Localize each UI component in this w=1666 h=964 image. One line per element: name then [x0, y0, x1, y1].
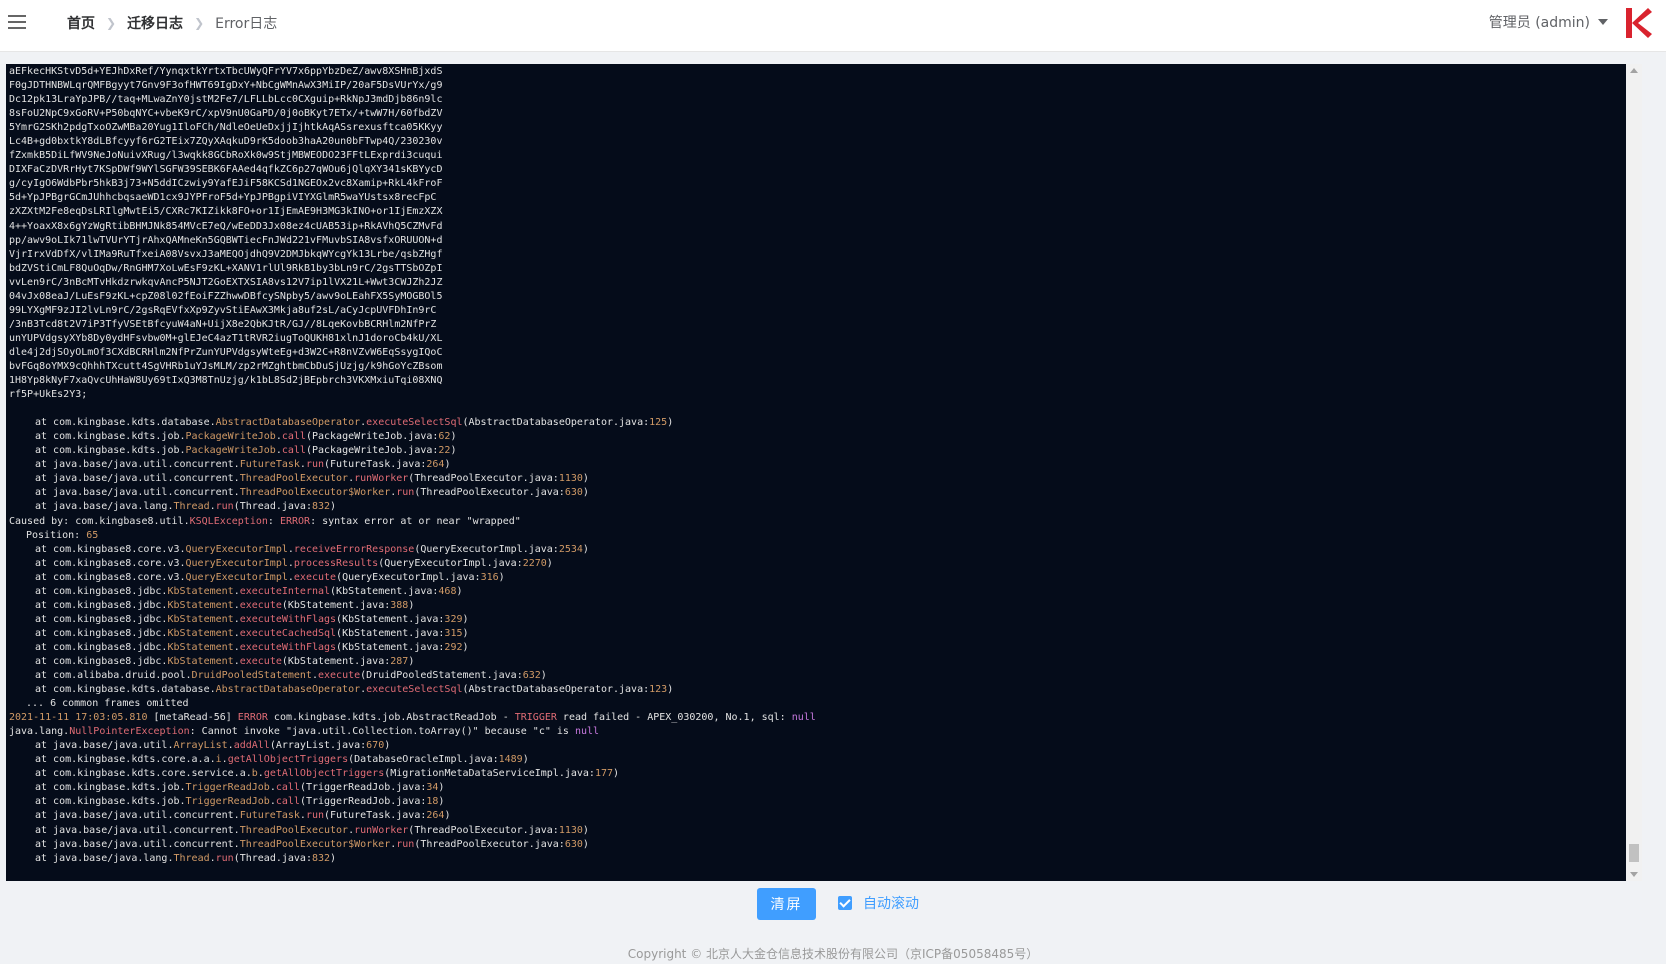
- omitted-line: ... 6 common frames omitted: [26, 698, 189, 710]
- stack-frame: at java.base/java.util.concurrent.Thread…: [35, 838, 589, 850]
- top-header: 首页 ❯ 迁移日志 ❯ Error日志 管理员 (admin): [0, 0, 1666, 52]
- log-line: rf5P+UkEs2Y3;: [9, 389, 88, 401]
- hamburger-menu-icon[interactable]: [8, 14, 26, 30]
- log-line: /3nB3Tcd8t2V7iP3TfyVSEtBfcyuW4aN+UijX8e2…: [9, 318, 437, 330]
- auto-scroll-label[interactable]: 自动滚动: [863, 893, 919, 913]
- stack-frame: at com.kingbase8.jdbc.KbStatement.execut…: [35, 655, 415, 667]
- stack-frame: at java.base/java.util.concurrent.Thread…: [35, 824, 589, 836]
- chevron-right-icon: ❯: [194, 16, 205, 30]
- stack-frame: at com.kingbase8.jdbc.KbStatement.execut…: [35, 641, 469, 653]
- breadcrumb: 首页 ❯ 迁移日志 ❯ Error日志: [67, 13, 277, 33]
- log-line: Lc4B+gd0bxtkY8dLBfcyyf6rG2TEix7ZQyXAqkuD…: [9, 136, 443, 148]
- npe-line: java.lang.NullPointerException: Cannot i…: [9, 726, 600, 738]
- stack-frame: at com.kingbase.kdts.database.AbstractDa…: [35, 684, 674, 696]
- user-label[interactable]: 管理员 (admin): [1489, 12, 1590, 32]
- log-line: bdZVStiCmLF8QuOqDw/RnGHM7XoLwEsF9zKL+XAN…: [9, 262, 443, 274]
- auto-scroll-toggle[interactable]: 自动滚动: [838, 893, 919, 913]
- kingbase-logo: [1626, 8, 1652, 38]
- stack-frame: at com.kingbase8.jdbc.KbStatement.execut…: [35, 599, 415, 611]
- log-line: DIXFaCzDVRrHyt7KSpDWf9WYlSGFW39SEBK6FAAe…: [9, 164, 443, 176]
- log-line: aEFkecHKStvD5d+YEJhDxRef/YynqxtkYrtxTbcU…: [9, 66, 443, 77]
- log-line: 8sFoU2NpC9xGoRV+P50bqNYC+vbeK9rC/xpV9nU0…: [9, 108, 443, 120]
- log-line: g/cyIgO6WdbPbr5hkB3j73+N5ddICzwiy9YafEJi…: [9, 178, 443, 190]
- stack-frame: at com.kingbase8.core.v3.QueryExecutorIm…: [35, 557, 553, 569]
- stack-frame: at com.kingbase.kdts.job.TriggerReadJob.…: [35, 796, 445, 808]
- stack-frame: at com.kingbase8.jdbc.KbStatement.execut…: [35, 613, 469, 625]
- log-line: 5YmrG2SKh2pdgTxoOZwMBa20Yug1IloFCh/NdleO…: [9, 122, 443, 134]
- log-blank-line: [9, 402, 1622, 416]
- stack-frame: at java.base/java.util.concurrent.Thread…: [35, 473, 589, 485]
- breadcrumb-migration-log[interactable]: 迁移日志: [127, 13, 183, 33]
- log-line: bvFGq8oYMX9cQhhhTXcutt4SgVHRb1uYJsMLM/zp…: [9, 360, 443, 372]
- log-line: Dc12pk13LraYpJPB//taq+MLwaZnY0jstM2Fe7/L…: [9, 94, 443, 106]
- breadcrumb-home[interactable]: 首页: [67, 13, 95, 33]
- log-line: VjrIrxVdDfX/vlIMa9RuTfxeiA08VsvxJ3aMEQOj…: [9, 248, 443, 260]
- stack-frame: at com.kingbase8.jdbc.KbStatement.execut…: [35, 627, 469, 639]
- stack-frame: at java.base/java.util.concurrent.Thread…: [35, 487, 589, 499]
- clear-screen-button[interactable]: 清屏: [757, 888, 816, 920]
- stack-frame: at com.kingbase.kdts.job.PackageWriteJob…: [35, 445, 457, 457]
- log-line: 04vJx08eaJ/LuEsF9zKL+cpZ08l02fEoiFZZhwwD…: [9, 290, 443, 302]
- vertical-scrollbar[interactable]: [1626, 64, 1642, 881]
- log-line: dle4j2djSOyOLmOf3CXdBCRHlm2NfPrZunYUPVdg…: [9, 346, 443, 358]
- log-line: unYUPVdgsyXYb8Dy0ydHFsvbw0M+glEJeC4azT1t…: [9, 332, 443, 344]
- log-line: zXZXtM2Fe8eqDsLRIlgMwtEi5/CXRc7KIZikk8FO…: [9, 206, 443, 218]
- log-line: vvLen9rC/3nBcMTvHkdzrwkqvAncP5NJT2GoEXTX…: [9, 276, 443, 288]
- scrollbar-thumb[interactable]: [1629, 844, 1639, 862]
- chevron-right-icon: ❯: [106, 16, 117, 30]
- log-line: F0gJDTHNBWLqrQMFBgyyt7Gnv9F3ofHWT69IgDxY…: [9, 80, 443, 92]
- stack-frame: at com.kingbase.kdts.database.AbstractDa…: [35, 417, 674, 429]
- stack-frame: at com.kingbase8.core.v3.QueryExecutorIm…: [35, 543, 589, 555]
- log-line: 99LYXgMF9zJI2lvLn9rC/2gsRqEVfxXp9ZyvStiE…: [9, 304, 437, 316]
- stack-frame: at com.alibaba.druid.pool.DruidPooledSta…: [35, 670, 547, 682]
- caused-by-line: Caused by: com.kingbase8.util.KSQLExcept…: [9, 515, 521, 527]
- stack-frame: at com.kingbase.kdts.job.PackageWriteJob…: [35, 431, 457, 443]
- stack-frame: at com.kingbase.kdts.core.service.a.b.ge…: [35, 768, 620, 780]
- log-line: pp/awv9oLIk71lwTVUrYTjrAhxQAMneKn5GQBWTi…: [9, 234, 443, 246]
- log-console[interactable]: aEFkecHKStvD5d+YEJhDxRef/YynqxtkYrtxTbcU…: [6, 64, 1642, 881]
- footer-copyright: Copyright © 北京人大金仓信息技术股份有限公司（京ICP备050584…: [627, 947, 1039, 961]
- error-line: 2021-11-11 17:03:05.810 [metaRead-56] ER…: [9, 712, 816, 724]
- log-line: 4++YoaxX8x6gYzWgRtibBHMJNk854MVcE7eQ/wEe…: [9, 220, 443, 232]
- stack-frame: at com.kingbase.kdts.job.TriggerReadJob.…: [35, 782, 445, 794]
- breadcrumb-error-log: Error日志: [215, 16, 278, 32]
- scroll-up-arrow-icon[interactable]: [1630, 68, 1638, 73]
- log-line: fZxmkB5DiLfWV9NeJoNuivXRug/l3wqkk8GCbRoX…: [9, 150, 443, 162]
- scroll-down-arrow-icon[interactable]: [1630, 872, 1638, 877]
- stack-frame: at com.kingbase.kdts.core.a.a.i.getAllOb…: [35, 754, 529, 766]
- position-line: Position: 65: [26, 529, 99, 541]
- caret-down-icon[interactable]: [1598, 19, 1608, 25]
- log-text: aEFkecHKStvD5d+YEJhDxRef/YynqxtkYrtxTbcU…: [9, 65, 1622, 866]
- auto-scroll-checkbox[interactable]: [838, 896, 852, 910]
- log-line: 5d+YpJPBgrGCmJUhhcbqsaeWD1cx9JYPFroF5d+Y…: [9, 192, 437, 204]
- stack-frame: at com.kingbase8.jdbc.KbStatement.execut…: [35, 585, 463, 597]
- stack-frame: at com.kingbase8.core.v3.QueryExecutorIm…: [35, 571, 505, 583]
- stack-frame: at java.base/java.util.concurrent.Future…: [35, 459, 451, 471]
- stack-frame: at java.base/java.util.concurrent.Future…: [35, 810, 451, 822]
- stack-frame: at java.base/java.lang.Thread.run(Thread…: [35, 852, 337, 864]
- log-line: 1H8Yp8kNyF7xaQvcUhHaW8Uy69tIxQ3M8TnUzjg/…: [9, 375, 443, 387]
- stack-frame: at java.base/java.util.ArrayList.addAll(…: [35, 740, 391, 752]
- stack-frame: at java.base/java.lang.Thread.run(Thread…: [35, 501, 337, 513]
- user-menu[interactable]: 管理员 (admin): [1489, 12, 1608, 32]
